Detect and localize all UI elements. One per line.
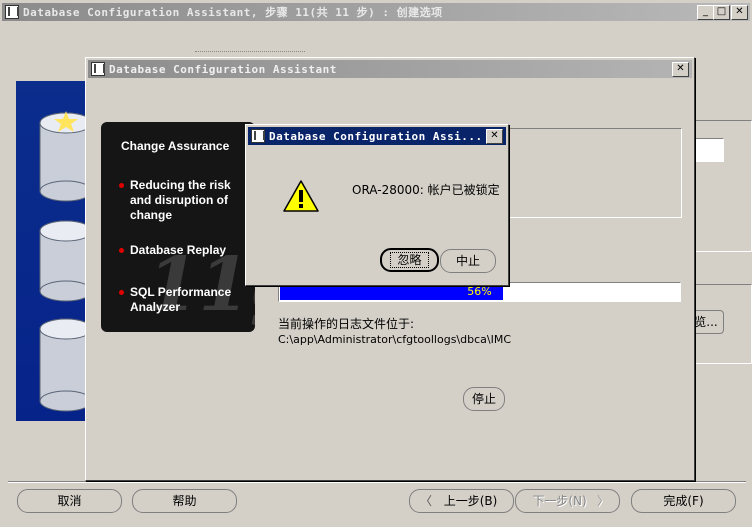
ignore-button-label: 忽略 [390,252,429,268]
help-button[interactable]: 帮助 [132,489,237,513]
ignore-button[interactable]: 忽略 [380,248,439,272]
cancel-button[interactable]: 取消 [17,489,122,513]
main-title-bar[interactable]: Database Configuration Assistant, 步骤 11(… [2,3,750,21]
alert-dialog: Database Configuration Assi... ✕ ORA-280… [245,124,509,286]
app-window-icon [5,5,19,19]
chevron-right-icon: 〉 [596,494,609,508]
minimize-button[interactable]: _ [697,5,714,20]
alert-window-icon [251,129,265,143]
bottom-separator [8,481,746,483]
back-button[interactable]: 〈 上一步(B) [409,489,514,513]
bullet-icon [119,290,124,295]
status-panel [505,128,682,218]
next-button[interactable]: 下一步(N) 〉 [515,489,620,513]
alert-title-bar[interactable]: Database Configuration Assi... [248,127,506,145]
bullet-icon [119,248,124,253]
maximize-button[interactable]: □ [713,5,730,20]
alert-title: Database Configuration Assi... [269,129,483,143]
change-assurance-promo: 11g Change Assurance Reducing the risk a… [101,122,255,332]
promo-item: Reducing the risk and disruption of chan… [119,178,251,223]
promo-heading: Change Assurance [121,139,230,153]
alert-message: ORA-28000: 帐户已被锁定 [352,183,500,197]
promo-item: Database Replay [119,243,251,258]
warning-icon [283,180,319,212]
close-button[interactable]: ✕ [731,5,748,20]
progress-window-close-button[interactable]: ✕ [672,62,689,77]
background-field [694,138,724,162]
promo-item-label: Reducing the risk and disruption of chan… [130,178,231,222]
log-path: C:\app\Administrator\cfgtoollogs\dbca\IM… [278,333,512,346]
database-illustration [16,81,86,421]
main-window-title: Database Configuration Assistant, 步骤 11(… [23,6,443,19]
progress-window-icon [91,62,105,76]
promo-item-label: SQL Performance Analyzer [130,285,232,314]
bullet-icon [119,183,124,188]
progress-window-title-bar[interactable]: Database Configuration Assistant [88,60,692,78]
database-cylinders-icon [39,111,86,412]
back-button-label: 上一步(B) [443,494,498,508]
finish-button[interactable]: 完成(F) [631,489,736,513]
abort-button[interactable]: 中止 [440,249,496,273]
chevron-left-icon: 〈 [420,494,433,508]
progress-window-title: Database Configuration Assistant [109,62,337,76]
promo-item-label: Database Replay [130,243,227,257]
stop-button[interactable]: 停止 [463,387,505,411]
promo-item: SQL Performance Analyzer [119,285,251,315]
alert-close-button[interactable]: ✕ [486,129,503,144]
log-location-label: 当前操作的日志文件位于: [278,317,415,331]
next-button-label: 下一步(N) [532,494,587,508]
